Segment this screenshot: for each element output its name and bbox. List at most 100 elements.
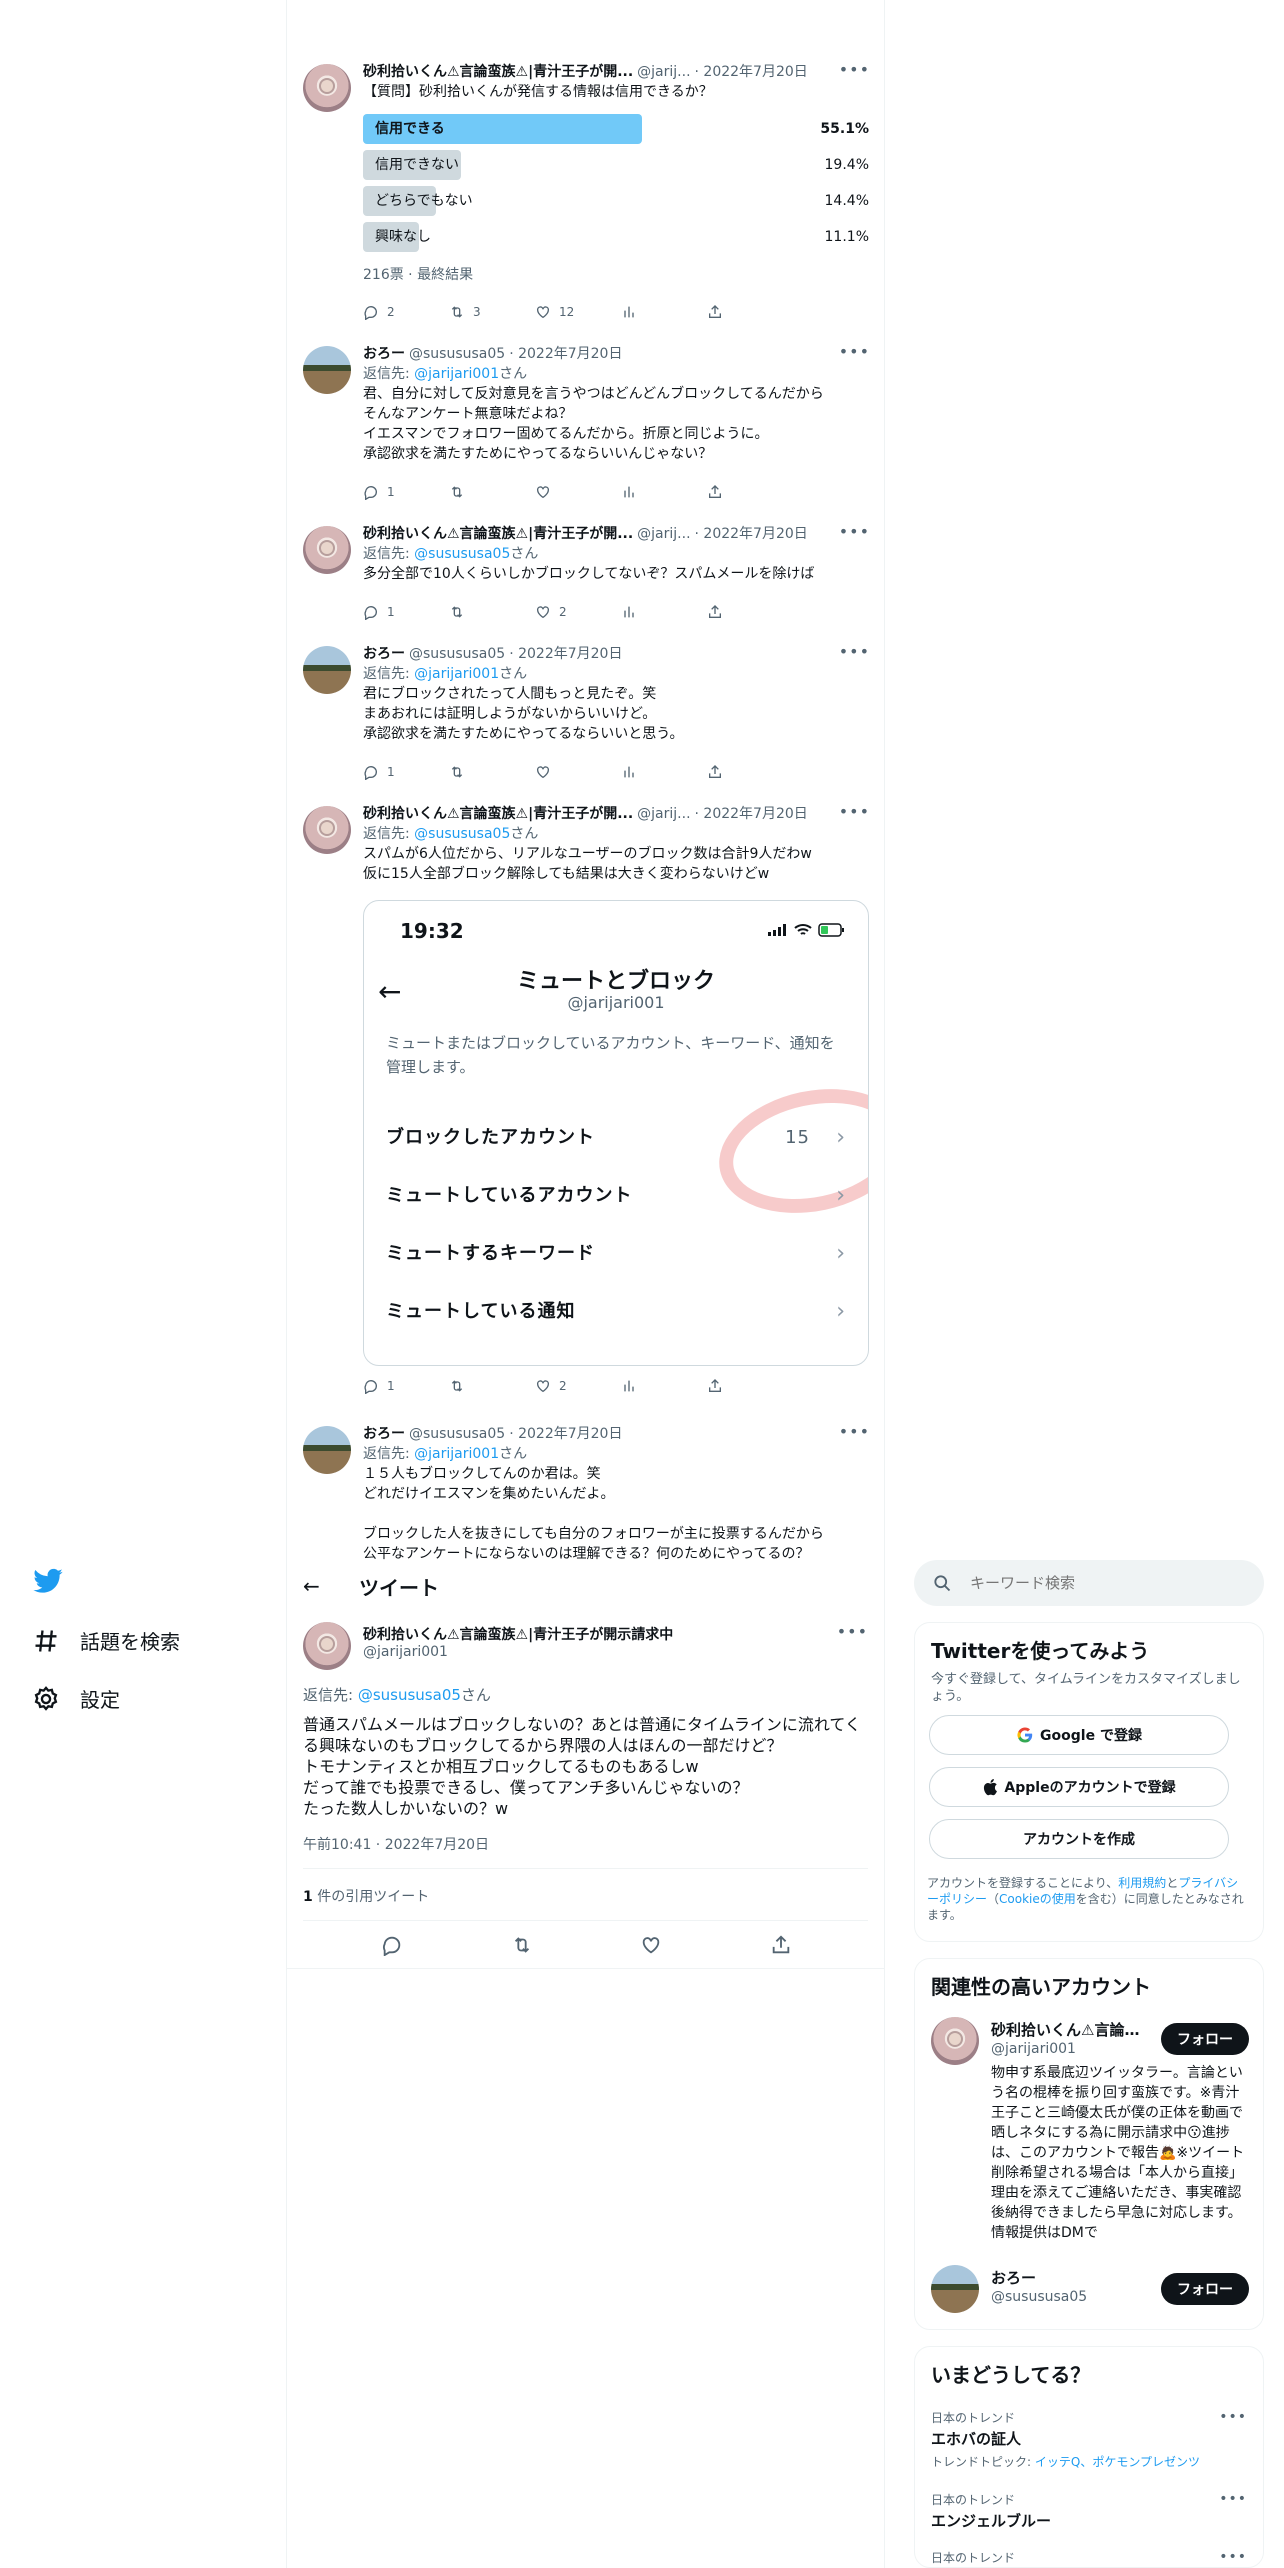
- author-handle[interactable]: @susususa05: [409, 644, 505, 664]
- cookie-link[interactable]: Cookieの使用: [999, 1892, 1076, 1906]
- reply-icon[interactable]: [381, 1934, 403, 1956]
- avatar[interactable]: [303, 806, 351, 854]
- related-account-handle[interactable]: @jarijari001: [991, 2041, 1076, 2057]
- share-button[interactable]: [707, 602, 793, 622]
- follow-button[interactable]: フォロー: [1161, 2273, 1249, 2305]
- reply-to-link[interactable]: @susususa05: [414, 546, 510, 562]
- related-account-handle[interactable]: @susususa05: [991, 2289, 1087, 2305]
- author-handle[interactable]: @susususa05: [409, 1424, 505, 1444]
- avatar[interactable]: [303, 346, 351, 394]
- related-account-name[interactable]: 砂利拾いくん⚠言論...: [991, 2019, 1141, 2040]
- share-button[interactable]: [707, 1376, 793, 1396]
- more-icon[interactable]: •••: [1219, 2409, 1247, 2425]
- author-name[interactable]: 砂利拾いくん⚠言論蛮族⚠|青汁王子が開...: [363, 62, 633, 82]
- more-icon[interactable]: •••: [837, 1622, 868, 1641]
- analytics-button[interactable]: [621, 482, 707, 502]
- like-button[interactable]: 2: [535, 602, 621, 622]
- reply-to-link[interactable]: @susususa05: [414, 826, 510, 842]
- avatar[interactable]: [303, 1622, 351, 1670]
- tweet-date[interactable]: · 2022年7月20日: [509, 644, 622, 664]
- reply-to-link[interactable]: @jarijari001: [414, 1446, 499, 1462]
- author-handle[interactable]: @susususa05: [409, 344, 505, 364]
- reply-button[interactable]: 2: [363, 302, 449, 322]
- avatar[interactable]: [931, 2017, 979, 2065]
- tweet-timestamp[interactable]: 午前10:41 · 2022年7月20日: [303, 1834, 489, 1854]
- heart-icon[interactable]: [640, 1934, 662, 1956]
- analytics-button[interactable]: [621, 602, 707, 622]
- reply-button[interactable]: 1: [363, 482, 449, 502]
- reply-button[interactable]: 1: [363, 762, 449, 782]
- search-bar[interactable]: [914, 1560, 1264, 1606]
- more-icon[interactable]: •••: [839, 802, 870, 821]
- share-button[interactable]: [707, 762, 793, 782]
- tweet-actions: 1 2: [363, 602, 793, 622]
- more-icon[interactable]: •••: [839, 642, 870, 661]
- trend-item[interactable]: 日本のトレンド エンジェルブルー •••: [931, 2491, 1247, 2531]
- share-button[interactable]: [707, 482, 793, 502]
- author-name[interactable]: 砂利拾いくん⚠言論蛮族⚠|青汁王子が開示請求中: [363, 1624, 673, 1644]
- retweet-button[interactable]: [449, 1376, 535, 1396]
- author-handle[interactable]: @jarijari001: [363, 1644, 448, 1660]
- back-arrow-icon[interactable]: ←: [303, 1574, 320, 1598]
- nav-explore[interactable]: 話題を検索: [32, 1626, 180, 1655]
- avatar[interactable]: [303, 646, 351, 694]
- author-name[interactable]: おろー: [363, 1424, 405, 1444]
- author-handle[interactable]: @jarij...: [637, 62, 690, 82]
- follow-button[interactable]: フォロー: [1161, 2023, 1249, 2055]
- retweet-button[interactable]: [449, 602, 535, 622]
- more-icon[interactable]: •••: [839, 60, 870, 79]
- analytics-button[interactable]: [621, 1376, 707, 1396]
- author-name[interactable]: 砂利拾いくん⚠言論蛮族⚠|青汁王子が開...: [363, 524, 633, 544]
- analytics-button[interactable]: [621, 302, 707, 322]
- like-button[interactable]: 2: [535, 1376, 621, 1396]
- create-account-button[interactable]: アカウントを作成: [929, 1819, 1229, 1859]
- search-input[interactable]: [970, 1560, 1240, 1606]
- author-name[interactable]: おろー: [363, 344, 405, 364]
- tweet-date[interactable]: · 2022年7月20日: [695, 804, 808, 824]
- trend-item[interactable]: 日本のトレンド •••: [931, 2549, 1247, 2566]
- trend-topic-link[interactable]: イッテQ、ポケモンプレゼンツ: [1035, 2455, 1200, 2469]
- more-icon[interactable]: •••: [839, 522, 870, 541]
- share-button[interactable]: [707, 302, 793, 322]
- reply-to-link[interactable]: @susususa05: [358, 1686, 461, 1704]
- author-handle[interactable]: @jarij...: [637, 804, 690, 824]
- attached-screenshot[interactable]: 19:32 ← ミュートとブロック @jarijari001 ミュートまたはブロ…: [363, 900, 869, 1366]
- reply-to-link[interactable]: @jarijari001: [414, 366, 499, 382]
- apple-signup-button[interactable]: Appleのアカウントで登録: [929, 1767, 1229, 1807]
- avatar[interactable]: [303, 526, 351, 574]
- phone-status-icons: [768, 923, 846, 937]
- more-icon[interactable]: •••: [1219, 2491, 1247, 2507]
- tweet-date[interactable]: · 2022年7月20日: [509, 1424, 622, 1444]
- share-icon[interactable]: [770, 1934, 792, 1956]
- avatar[interactable]: [303, 64, 351, 112]
- terms-link[interactable]: 利用規約: [1118, 1876, 1166, 1890]
- reply-button[interactable]: 1: [363, 1376, 449, 1396]
- author-handle[interactable]: @jarij...: [637, 524, 690, 544]
- avatar[interactable]: [931, 2265, 979, 2313]
- tweet-date[interactable]: · 2022年7月20日: [695, 524, 808, 544]
- twitter-logo-icon[interactable]: [32, 1568, 64, 1600]
- retweet-icon[interactable]: [511, 1934, 533, 1956]
- more-icon[interactable]: •••: [839, 342, 870, 361]
- retweet-button[interactable]: 3: [449, 302, 535, 322]
- like-button[interactable]: [535, 762, 621, 782]
- retweet-button[interactable]: [449, 762, 535, 782]
- reply-button[interactable]: 1: [363, 602, 449, 622]
- author-name[interactable]: おろー: [363, 644, 405, 664]
- author-name[interactable]: 砂利拾いくん⚠言論蛮族⚠|青汁王子が開...: [363, 804, 633, 824]
- google-signup-button[interactable]: Google で登録: [929, 1715, 1229, 1755]
- tweet-date[interactable]: · 2022年7月20日: [695, 62, 808, 82]
- tweet-date[interactable]: · 2022年7月20日: [509, 344, 622, 364]
- quote-tweets-link[interactable]: 1 件の引用ツイート: [303, 1886, 429, 1906]
- analytics-button[interactable]: [621, 762, 707, 782]
- retweet-button[interactable]: [449, 482, 535, 502]
- reply-to-link[interactable]: @jarijari001: [414, 666, 499, 682]
- more-icon[interactable]: •••: [839, 1422, 870, 1441]
- trend-item[interactable]: 日本のトレンド エホバの証人 トレンドトピック: イッテQ、ポケモンプレゼンツ …: [931, 2409, 1247, 2470]
- like-button[interactable]: 12: [535, 302, 621, 322]
- related-account-name[interactable]: おろー: [991, 2267, 1141, 2288]
- like-button[interactable]: [535, 482, 621, 502]
- more-icon[interactable]: •••: [1219, 2549, 1247, 2565]
- nav-settings[interactable]: 設定: [32, 1684, 120, 1713]
- avatar[interactable]: [303, 1426, 351, 1474]
